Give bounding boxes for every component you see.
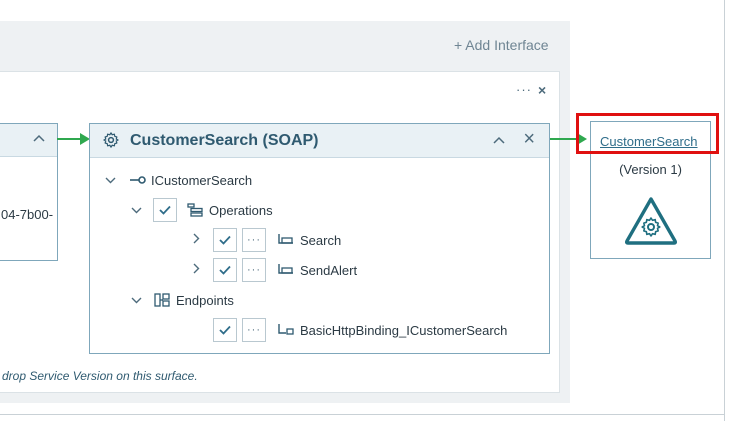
window-border-bottom	[0, 414, 725, 415]
operations-checkbox[interactable]	[153, 198, 177, 222]
service-version-label: (Version 1)	[619, 162, 682, 177]
tree-endpoint-row[interactable]: ··· BasicHttpBinding_ICustomerSearch	[213, 318, 507, 342]
operations-icon	[187, 203, 203, 217]
search-checkbox[interactable]	[213, 228, 237, 252]
tree-operation-row[interactable]: ··· SendAlert	[189, 258, 357, 282]
operation-icon	[278, 263, 294, 277]
interface-label: ICustomerSearch	[151, 172, 253, 188]
collapse-button[interactable]	[493, 132, 505, 148]
operations-label: Operations	[209, 202, 273, 218]
tree-operations-row[interactable]: Operations	[129, 198, 273, 222]
chevron-down-icon[interactable]	[103, 173, 117, 187]
connector-arrow-left	[57, 138, 81, 140]
highlight-box	[576, 113, 719, 154]
tree-endpoints-row[interactable]: Endpoints	[129, 288, 234, 312]
endpoint-label: BasicHttpBinding_ICustomerSearch	[300, 322, 508, 338]
check-icon	[219, 235, 231, 245]
tree-interface-row[interactable]: ICustomerSearch	[103, 168, 252, 192]
service-version-icon	[624, 196, 678, 246]
endpoints-label: Endpoints	[176, 292, 234, 308]
endpoints-icon	[154, 293, 170, 307]
client-card-id: 04-7b00-	[1, 207, 53, 222]
chevron-down-icon[interactable]	[129, 293, 143, 307]
search-more-button[interactable]: ···	[242, 228, 266, 252]
client-card: 04-7b00-	[0, 123, 58, 261]
check-icon	[219, 265, 231, 275]
operation-label: Search	[300, 232, 342, 248]
check-icon	[219, 325, 231, 335]
service-title: CustomerSearch (SOAP)	[130, 132, 319, 149]
client-card-header	[0, 124, 57, 157]
drop-hint: drop Service Version on this surface.	[2, 369, 198, 383]
chevron-right-icon[interactable]	[189, 233, 203, 247]
surface-close-button[interactable]: ×	[538, 82, 546, 98]
endpoint-more-button[interactable]: ···	[242, 318, 266, 342]
chevron-right-icon[interactable]	[189, 263, 203, 277]
endpoint-checkbox[interactable]	[213, 318, 237, 342]
check-icon	[159, 205, 171, 215]
operation-icon	[278, 233, 294, 247]
sendalert-more-button[interactable]: ···	[242, 258, 266, 282]
add-interface-link[interactable]: + Add Interface	[454, 37, 549, 53]
operation-label: SendAlert	[300, 262, 358, 278]
endpoint-icon	[278, 323, 294, 337]
service-card-header: CustomerSearch (SOAP) ×	[90, 124, 549, 158]
close-service-button[interactable]: ×	[523, 128, 535, 151]
interface-icon	[129, 173, 146, 187]
chevron-up-icon[interactable]	[33, 131, 45, 146]
window-border-right	[724, 0, 725, 421]
chevron-down-icon[interactable]	[129, 203, 143, 217]
connector-arrow-right	[549, 138, 577, 140]
surface-more-button[interactable]: ···	[516, 82, 532, 97]
tree-operation-row[interactable]: ··· Search	[189, 228, 341, 252]
sendalert-checkbox[interactable]	[213, 258, 237, 282]
gear-icon	[102, 131, 120, 149]
